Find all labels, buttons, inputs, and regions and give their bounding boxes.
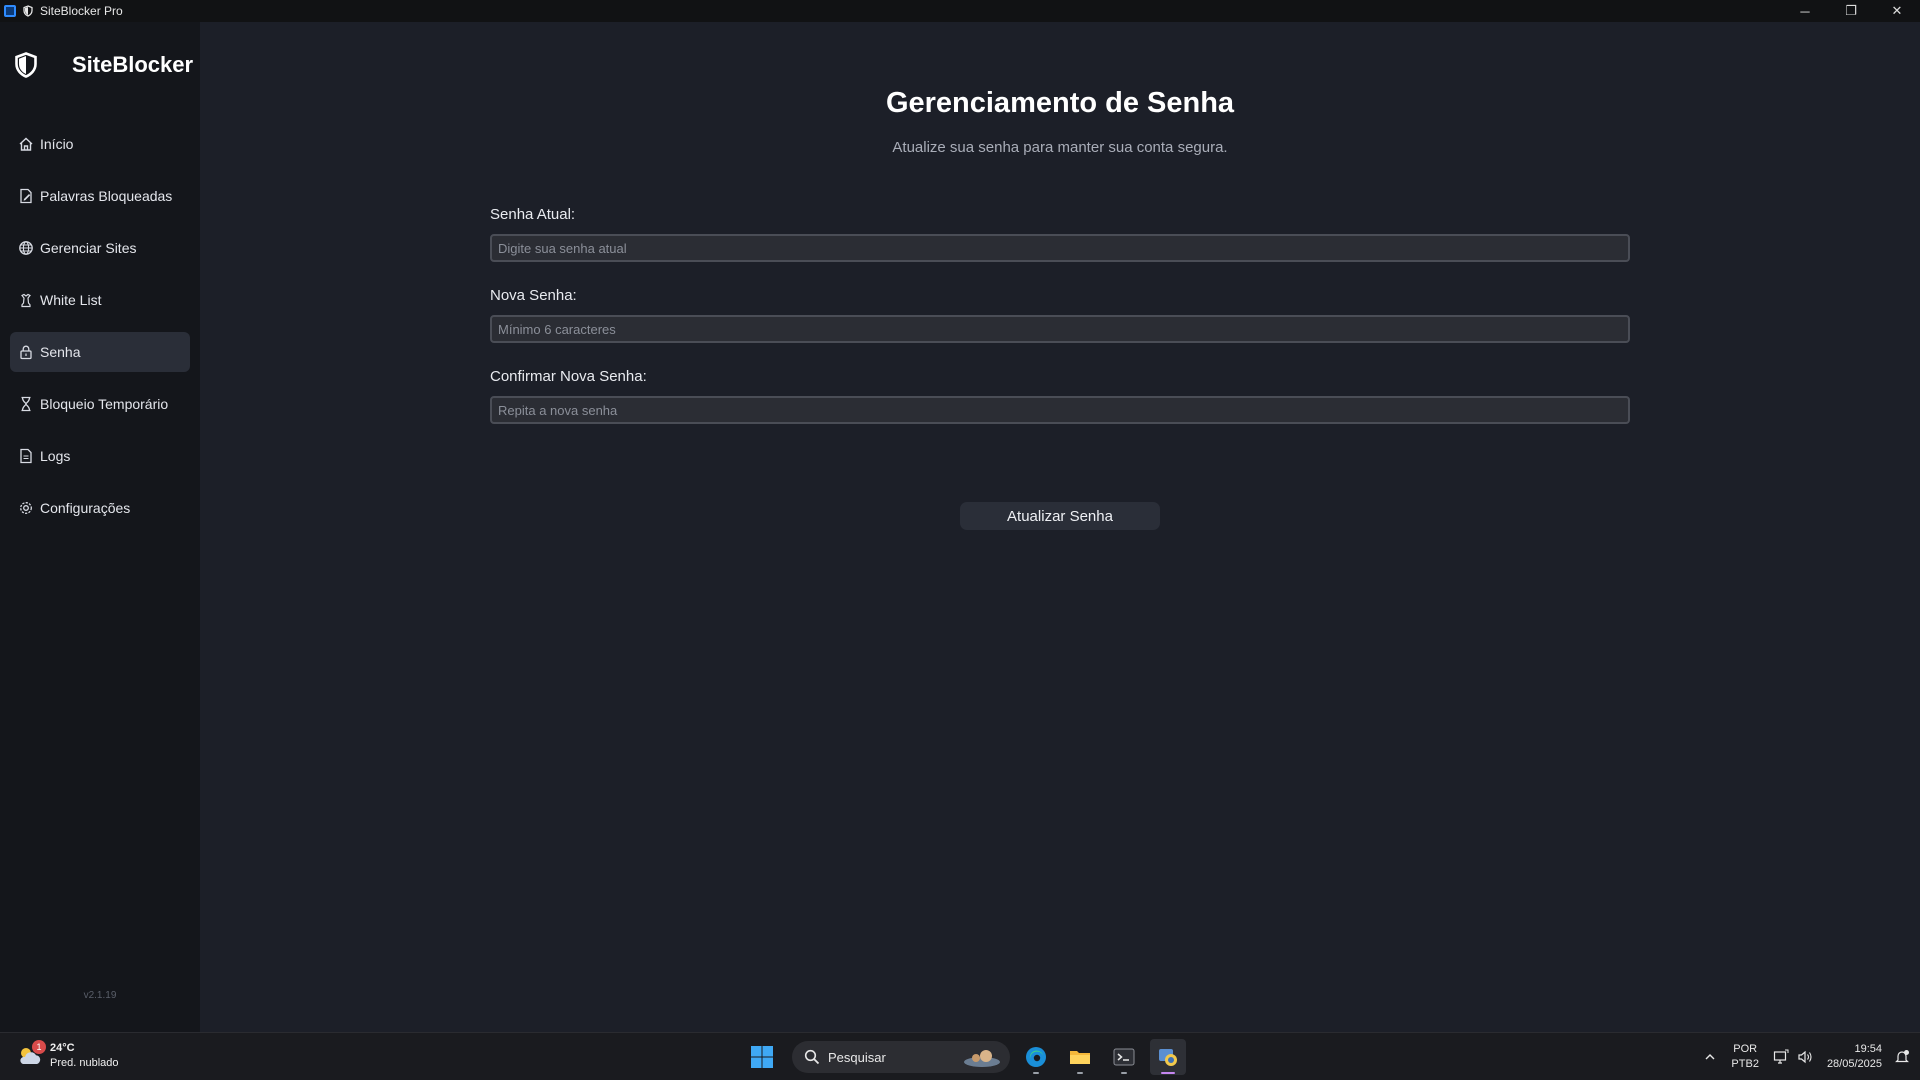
sidebar-item-label: Logs	[40, 448, 71, 464]
chess-piece-icon	[18, 292, 34, 308]
brand: SiteBlocker	[14, 52, 193, 78]
edit-document-icon	[18, 188, 34, 204]
page-title: Gerenciamento de Senha	[885, 87, 1235, 119]
sidebar-item-gerenciar-sites[interactable]: Gerenciar Sites	[10, 228, 190, 268]
language-code: POR	[1733, 1043, 1758, 1055]
sidebar-nav: Início Palavras Bloqueadas Gerenciar Sit…	[10, 124, 190, 540]
weather-temperature: 24°C	[50, 1042, 75, 1054]
app-window-icon	[4, 5, 16, 17]
lock-icon	[18, 344, 34, 360]
new-password-field: Nova Senha:	[490, 287, 1630, 343]
confirm-password-field: Confirmar Nova Senha:	[490, 368, 1630, 424]
window-title: SiteBlocker Pro	[40, 4, 123, 18]
document-icon	[18, 448, 34, 464]
taskbar-app-terminal[interactable]	[1106, 1039, 1142, 1075]
start-button[interactable]	[744, 1039, 780, 1075]
chevron-up-icon[interactable]	[1703, 1050, 1717, 1064]
taskbar-app-siteblocker[interactable]	[1150, 1039, 1186, 1075]
globe-icon	[18, 240, 34, 256]
main-content: Gerenciamento de Senha Atualize sua senh…	[200, 22, 1920, 1032]
shield-icon	[15, 52, 37, 78]
taskbar-app-file-explorer[interactable]	[1062, 1039, 1098, 1075]
new-password-label: Nova Senha:	[490, 287, 577, 304]
keyboard-layout: PTB2	[1731, 1058, 1759, 1070]
notification-icon[interactable]	[1894, 1049, 1910, 1065]
home-icon	[18, 136, 34, 152]
update-password-button[interactable]: Atualizar Senha	[960, 502, 1160, 530]
window-titlebar: SiteBlocker Pro ─ ❐ ✕	[0, 0, 1920, 22]
input-language[interactable]: POR PTB2	[1731, 1042, 1759, 1072]
taskbar-app-edge[interactable]	[1018, 1039, 1054, 1075]
search-highlight-image-icon	[964, 1050, 1000, 1067]
close-button[interactable]: ✕	[1874, 0, 1920, 22]
confirm-password-label: Confirmar Nova Senha:	[490, 368, 647, 385]
search-icon	[804, 1049, 820, 1065]
clock[interactable]: 19:54 28/05/2025	[1827, 1042, 1882, 1072]
sidebar-item-bloqueio-temporario[interactable]: Bloqueio Temporário	[10, 384, 190, 424]
edge-icon	[1026, 1047, 1046, 1067]
restore-button[interactable]: ❐	[1828, 0, 1874, 22]
app-running-indicator	[1033, 1072, 1039, 1074]
sidebar-item-label: Bloqueio Temporário	[40, 396, 169, 412]
weather-alert-badge: 1	[32, 1040, 46, 1054]
sidebar-item-label: Palavras Bloqueadas	[40, 188, 173, 204]
taskbar-center: Pesquisar	[744, 1039, 1186, 1075]
minimize-button[interactable]: ─	[1782, 0, 1828, 22]
taskbar-search[interactable]: Pesquisar	[792, 1041, 1010, 1073]
terminal-icon	[1113, 1048, 1135, 1066]
sidebar-item-inicio[interactable]: Início	[10, 124, 190, 164]
gear-icon	[18, 500, 34, 516]
sidebar-item-logs[interactable]: Logs	[10, 436, 190, 476]
hourglass-icon	[18, 396, 34, 412]
new-password-input[interactable]	[490, 315, 1630, 343]
sidebar-item-white-list[interactable]: White List	[10, 280, 190, 320]
taskbar: 1 24°C Pred. nublado Pesquisar POR PTB2 …	[0, 1032, 1920, 1080]
sidebar-item-palavras-bloqueadas[interactable]: Palavras Bloqueadas	[10, 176, 190, 216]
current-password-label: Senha Atual:	[490, 206, 576, 223]
volume-icon[interactable]	[1797, 1049, 1813, 1065]
app-running-indicator	[1161, 1072, 1175, 1074]
sidebar-item-label: Configurações	[40, 500, 131, 516]
sidebar-item-label: White List	[40, 292, 102, 308]
weather-description: Pred. nublado	[50, 1057, 119, 1069]
file-explorer-icon	[1070, 1051, 1090, 1064]
app-running-indicator	[1077, 1072, 1083, 1074]
confirm-password-input[interactable]	[490, 396, 1630, 424]
sidebar-item-configuracoes[interactable]: Configurações	[10, 488, 190, 528]
brand-name: SiteBlocker	[72, 52, 194, 77]
page-subtitle: Atualize sua senha para manter sua conta…	[892, 139, 1228, 156]
clock-date: 28/05/2025	[1826, 1058, 1882, 1070]
network-icon[interactable]	[1773, 1049, 1789, 1065]
sidebar-item-label: Gerenciar Sites	[40, 240, 137, 256]
weather-widget[interactable]: 1 24°C Pred. nublado	[16, 1040, 119, 1071]
windows-logo-icon	[751, 1046, 773, 1068]
current-password-field: Senha Atual:	[490, 206, 1630, 262]
app-version: v2.1.19	[83, 990, 117, 1001]
sidebar: SiteBlocker Início Palavras Bloqueadas G…	[0, 22, 200, 1032]
system-tray: POR PTB2 19:54 28/05/2025	[1703, 1033, 1920, 1080]
search-label: Pesquisar	[828, 1049, 886, 1065]
sidebar-item-label: Senha	[40, 344, 81, 360]
python-app-icon	[1159, 1049, 1177, 1066]
sidebar-item-label: Início	[40, 136, 74, 152]
clock-time: 19:54	[1854, 1043, 1882, 1055]
shield-icon	[23, 5, 33, 17]
sidebar-item-senha[interactable]: Senha	[10, 332, 190, 372]
app-running-indicator	[1121, 1072, 1127, 1074]
current-password-input[interactable]	[490, 234, 1630, 262]
cloud-sun-icon: 1	[16, 1040, 46, 1070]
